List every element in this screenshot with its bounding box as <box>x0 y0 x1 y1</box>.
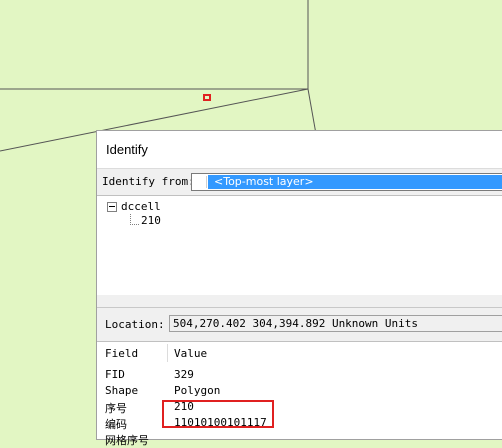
table-row[interactable]: FID 329 <box>97 367 502 383</box>
table-row[interactable]: 序号 210 <box>97 399 502 415</box>
identify-from-selected[interactable]: <Top-most layer> <box>208 175 502 189</box>
column-header-value[interactable]: Value <box>174 347 207 360</box>
map-boundary-line <box>307 88 317 135</box>
table-row[interactable]: Shape Polygon <box>97 383 502 399</box>
identify-from-label: Identify from: <box>102 175 195 188</box>
tree-node-layer[interactable]: dccell <box>107 200 161 213</box>
identify-from-dropdown[interactable]: <Top-most layer> <box>191 173 502 191</box>
highlight-annotation <box>162 400 274 428</box>
tree-node-layer-label: dccell <box>121 200 161 213</box>
location-value: 504,270.402 304,394.892 Unknown Units <box>169 315 502 332</box>
table-row[interactable]: 编码 11010100101117 <box>97 415 502 431</box>
location-row: Location: 504,270.402 304,394.892 Unknow… <box>97 315 502 337</box>
field-value: 329 <box>174 368 194 381</box>
dialog-title: Identify <box>106 142 148 157</box>
field-name: Shape <box>105 384 139 397</box>
tree-connector <box>130 214 139 225</box>
field-value: Polygon <box>174 384 221 397</box>
column-divider <box>167 344 168 362</box>
field-name: 编码 <box>105 418 127 431</box>
field-name: 网格序号 <box>105 434 149 447</box>
horizontal-scrollbar[interactable] <box>97 295 502 308</box>
attribute-table: Field Value FID 329 Shape Polygon 序号 210… <box>97 341 502 447</box>
tree-node-feature[interactable]: 210 <box>141 214 161 227</box>
field-name: 序号 <box>105 402 127 415</box>
dialog-titlebar[interactable]: Identify <box>97 131 502 169</box>
identify-dialog: Identify Identify from: <Top-most layer>… <box>96 130 502 447</box>
location-marker <box>203 94 211 101</box>
column-header-field[interactable]: Field <box>105 347 138 360</box>
table-row[interactable]: 网格序号 <box>97 431 502 447</box>
location-label: Location: <box>105 318 165 331</box>
results-tree: dccell 210 <box>97 195 502 298</box>
dropdown-swatch <box>194 176 207 188</box>
field-name: FID <box>105 368 125 381</box>
collapse-icon[interactable] <box>107 201 117 212</box>
identify-from-row: Identify from: <Top-most layer> <box>97 169 502 197</box>
